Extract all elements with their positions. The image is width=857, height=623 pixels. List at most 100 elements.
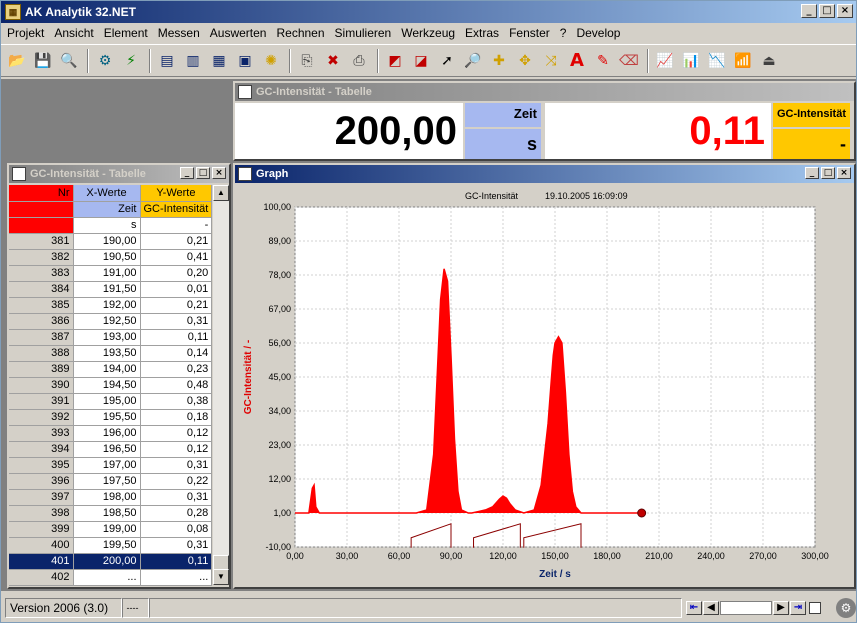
search-icon[interactable]: 🔍 — [57, 49, 81, 73]
row-nr-cell[interactable]: 396 — [9, 473, 74, 490]
table-window-titlebar[interactable]: GC-Intensität - Tabelle _ □ × — [9, 165, 229, 183]
table-vertical-scrollbar[interactable]: ▲ ▼ — [213, 185, 229, 585]
row-x-cell[interactable]: 197,50 — [73, 473, 141, 490]
row-x-cell[interactable]: 196,00 — [73, 425, 141, 442]
menu-auswerten[interactable]: Auswerten — [206, 26, 273, 40]
settings-icon[interactable]: ✺ — [259, 49, 283, 73]
row-x-cell[interactable]: 195,50 — [73, 409, 141, 426]
menu-rechnen[interactable]: Rechnen — [272, 26, 330, 40]
row-nr-cell[interactable]: 388 — [9, 345, 74, 362]
row-y-cell[interactable]: 0,31 — [140, 313, 213, 330]
row-y-cell[interactable]: 0,21 — [140, 233, 213, 250]
save-icon[interactable]: 💾 — [31, 49, 55, 73]
graph-4-icon[interactable]: 📶 — [731, 49, 755, 73]
table-row[interactable]: 389 194,00 0,23 — [9, 361, 213, 378]
row-nr-cell[interactable]: 400 — [9, 537, 74, 554]
nav-slider[interactable] — [720, 600, 772, 615]
menu-help[interactable]: ? — [556, 26, 573, 40]
header-nr[interactable]: Nr — [9, 185, 74, 202]
row-x-cell[interactable]: 193,00 — [73, 329, 141, 346]
row-nr-cell[interactable]: 386 — [9, 313, 74, 330]
table-icon[interactable]: ▦ — [207, 49, 231, 73]
table-row[interactable]: 385 192,00 0,21 — [9, 297, 213, 314]
print-icon[interactable]: ⎙ — [347, 49, 371, 73]
display-icon[interactable]: ▣ — [233, 49, 257, 73]
row-nr-cell[interactable]: 399 — [9, 521, 74, 538]
maximize-button[interactable]: □ — [819, 4, 835, 18]
row-nr-cell[interactable]: 385 — [9, 297, 74, 314]
row-x-cell[interactable]: ... — [73, 569, 141, 586]
move-icon[interactable]: ✥ — [513, 49, 537, 73]
row-nr-cell[interactable]: 393 — [9, 425, 74, 442]
digital-display-titlebar[interactable]: GC-Intensität - Tabelle — [235, 83, 854, 101]
row-x-cell[interactable]: 190,00 — [73, 233, 141, 250]
table-row[interactable]: 384 191,50 0,01 — [9, 281, 213, 298]
row-x-cell[interactable]: 200,00 — [73, 553, 141, 570]
row-y-cell[interactable]: 0,11 — [140, 329, 213, 346]
cross-icon[interactable]: ✚ — [487, 49, 511, 73]
text-icon[interactable]: A — [565, 49, 589, 73]
table-row[interactable]: 392 195,50 0,18 — [9, 409, 213, 426]
row-nr-cell[interactable]: 398 — [9, 505, 74, 522]
row-x-cell[interactable]: 198,50 — [73, 505, 141, 522]
menu-simulieren[interactable]: Simulieren — [331, 26, 398, 40]
menu-develop[interactable]: Develop — [572, 26, 626, 40]
open-folder-icon[interactable]: 📂 — [5, 49, 29, 73]
row-y-cell[interactable]: 0,31 — [140, 537, 213, 554]
menu-fenster[interactable]: Fenster — [505, 26, 556, 40]
row-x-cell[interactable]: 199,50 — [73, 537, 141, 554]
row-nr-cell[interactable]: 389 — [9, 361, 74, 378]
cursor-marker[interactable] — [637, 508, 647, 518]
menu-element[interactable]: Element — [100, 26, 154, 40]
nav-prev-icon[interactable]: ◀ — [703, 600, 719, 615]
row-x-cell[interactable]: 194,00 — [73, 361, 141, 378]
table-close-button[interactable]: × — [212, 167, 226, 179]
row-y-cell[interactable]: 0,28 — [140, 505, 213, 522]
pointer-icon[interactable]: ➚ — [435, 49, 459, 73]
row-y-cell[interactable]: 0,01 — [140, 281, 213, 298]
row-y-cell[interactable]: 0,21 — [140, 297, 213, 314]
row-nr-cell[interactable]: 383 — [9, 265, 74, 282]
row-y-cell[interactable]: 0,12 — [140, 425, 213, 442]
nav-last-icon[interactable]: ⇥ — [790, 600, 806, 615]
row-nr-cell[interactable]: 391 — [9, 393, 74, 410]
row-y-cell[interactable]: 0,48 — [140, 377, 213, 394]
row-x-cell[interactable]: 190,50 — [73, 249, 141, 266]
row-nr-cell[interactable]: 392 — [9, 409, 74, 426]
row-x-cell[interactable]: 193,50 — [73, 345, 141, 362]
menu-messen[interactable]: Messen — [154, 26, 206, 40]
row-nr-cell[interactable]: 382 — [9, 249, 74, 266]
eraser-icon[interactable]: ⌫ — [617, 49, 641, 73]
row-y-cell[interactable]: 0,38 — [140, 393, 213, 410]
table-row[interactable]: 390 194,50 0,48 — [9, 377, 213, 394]
table-row[interactable]: 394 196,50 0,12 — [9, 441, 213, 458]
row-y-cell[interactable]: 0,23 — [140, 361, 213, 378]
exit-icon[interactable]: ⏏ — [757, 49, 781, 73]
table-row[interactable]: 387 193,00 0,11 — [9, 329, 213, 346]
table-row[interactable]: 382 190,50 0,41 — [9, 249, 213, 266]
row-x-cell[interactable]: 192,50 — [73, 313, 141, 330]
header-y[interactable]: Y-Werte — [140, 185, 213, 202]
row-nr-cell[interactable]: 381 — [9, 233, 74, 250]
row-y-cell[interactable]: 0,11 — [140, 553, 213, 570]
row-x-cell[interactable]: 196,50 — [73, 441, 141, 458]
row-nr-cell[interactable]: 395 — [9, 457, 74, 474]
table-row[interactable]: 396 197,50 0,22 — [9, 473, 213, 490]
row-x-cell[interactable]: 194,50 — [73, 377, 141, 394]
table-minimize-button[interactable]: _ — [180, 167, 194, 179]
close-button[interactable]: × — [837, 4, 853, 18]
table-row[interactable]: 395 197,00 0,31 — [9, 457, 213, 474]
row-y-cell[interactable]: 0,31 — [140, 489, 213, 506]
graph-minimize-button[interactable]: _ — [805, 167, 819, 179]
menu-werkzeug[interactable]: Werkzeug — [397, 26, 461, 40]
table-row[interactable]: 383 191,00 0,20 — [9, 265, 213, 282]
marker-icon[interactable]: ✎ — [591, 49, 615, 73]
copy-icon[interactable]: ⎘ — [295, 49, 319, 73]
row-nr-cell[interactable]: 387 — [9, 329, 74, 346]
chromatogram-chart[interactable]: GC-Intensität 19.10.2005 16:09:09 100,00 89… — [235, 185, 854, 587]
row-y-cell[interactable]: 0,31 — [140, 457, 213, 474]
row-nr-cell[interactable]: 402 — [9, 569, 74, 586]
menu-ansicht[interactable]: Ansicht — [50, 26, 99, 40]
row-nr-cell[interactable]: 384 — [9, 281, 74, 298]
row-x-cell[interactable]: 192,00 — [73, 297, 141, 314]
